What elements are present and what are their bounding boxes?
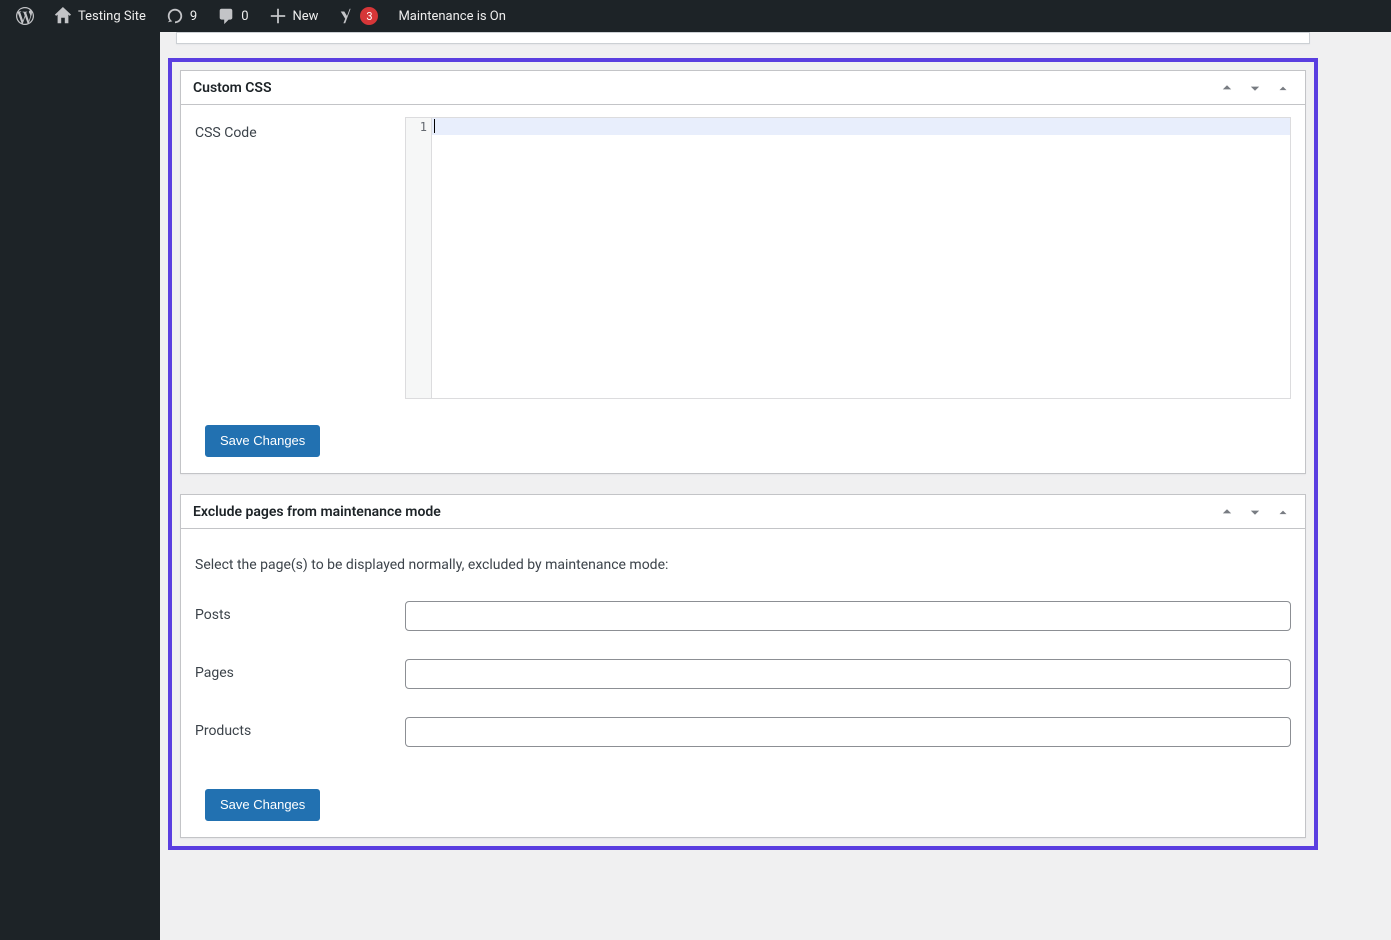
exclude-pages-row: Pages — [195, 659, 1291, 689]
maintenance-label: Maintenance is On — [398, 9, 505, 24]
panel-title: Custom CSS — [193, 80, 272, 96]
panel-actions — [1217, 502, 1293, 522]
highlighted-region: Custom CSS CSS Code 1 — [168, 58, 1318, 850]
update-icon — [166, 7, 184, 25]
panel-exclude-pages: Exclude pages from maintenance mode Sele… — [180, 494, 1306, 838]
products-label: Products — [195, 717, 405, 739]
pages-label: Pages — [195, 659, 405, 681]
comments-menu[interactable]: 0 — [209, 0, 256, 32]
updates-menu[interactable]: 9 — [158, 0, 205, 32]
panel-body: CSS Code 1 Save Changes — [181, 105, 1305, 473]
pages-select[interactable] — [405, 659, 1291, 689]
new-label: New — [293, 9, 319, 24]
save-css-button[interactable]: Save Changes — [205, 425, 320, 457]
panel-body: Select the page(s) to be displayed norma… — [181, 529, 1305, 837]
panel-title: Exclude pages from maintenance mode — [193, 504, 441, 520]
right-gutter — [1326, 32, 1391, 940]
move-up-button[interactable] — [1217, 502, 1237, 522]
yoast-icon — [338, 7, 356, 25]
maintenance-menu[interactable]: Maintenance is On — [390, 0, 513, 32]
active-line — [432, 118, 1290, 135]
comment-icon — [217, 7, 235, 25]
exclude-description: Select the page(s) to be displayed norma… — [195, 557, 1291, 573]
panel-custom-css: Custom CSS CSS Code 1 — [180, 70, 1306, 474]
css-code-label: CSS Code — [195, 117, 405, 141]
move-up-button[interactable] — [1217, 78, 1237, 98]
exclude-products-row: Products — [195, 717, 1291, 747]
wp-logo-menu[interactable] — [8, 0, 42, 32]
toggle-panel-button[interactable] — [1273, 502, 1293, 522]
yoast-badge: 3 — [360, 7, 378, 25]
move-down-button[interactable] — [1245, 78, 1265, 98]
admin-menu-collapsed — [0, 32, 160, 940]
exclude-posts-row: Posts — [195, 601, 1291, 631]
posts-label: Posts — [195, 601, 405, 623]
admin-bar: Testing Site 9 0 New 3 Maintenance is On — [0, 0, 1391, 32]
panel-actions — [1217, 78, 1293, 98]
comments-count: 0 — [241, 9, 248, 24]
home-icon — [54, 7, 72, 25]
save-exclude-button[interactable]: Save Changes — [205, 789, 320, 821]
toggle-panel-button[interactable] — [1273, 78, 1293, 98]
code-gutter: 1 — [406, 118, 432, 398]
panel-header: Exclude pages from maintenance mode — [181, 495, 1305, 529]
main-content: Custom CSS CSS Code 1 — [160, 32, 1326, 940]
previous-panel-fragment — [176, 32, 1310, 44]
new-content-menu[interactable]: New — [261, 0, 327, 32]
products-select[interactable] — [405, 717, 1291, 747]
posts-select[interactable] — [405, 601, 1291, 631]
yoast-menu[interactable]: 3 — [330, 0, 386, 32]
move-down-button[interactable] — [1245, 502, 1265, 522]
css-code-editor[interactable]: 1 — [405, 117, 1291, 399]
plus-icon — [269, 7, 287, 25]
site-name-label: Testing Site — [78, 9, 146, 24]
css-code-row: CSS Code 1 — [195, 117, 1291, 399]
line-number: 1 — [406, 120, 427, 134]
wordpress-icon — [16, 7, 34, 25]
updates-count: 9 — [190, 9, 197, 24]
site-name-menu[interactable]: Testing Site — [46, 0, 154, 32]
panel-header: Custom CSS — [181, 71, 1305, 105]
text-cursor — [434, 119, 435, 133]
code-body[interactable] — [432, 118, 1290, 398]
